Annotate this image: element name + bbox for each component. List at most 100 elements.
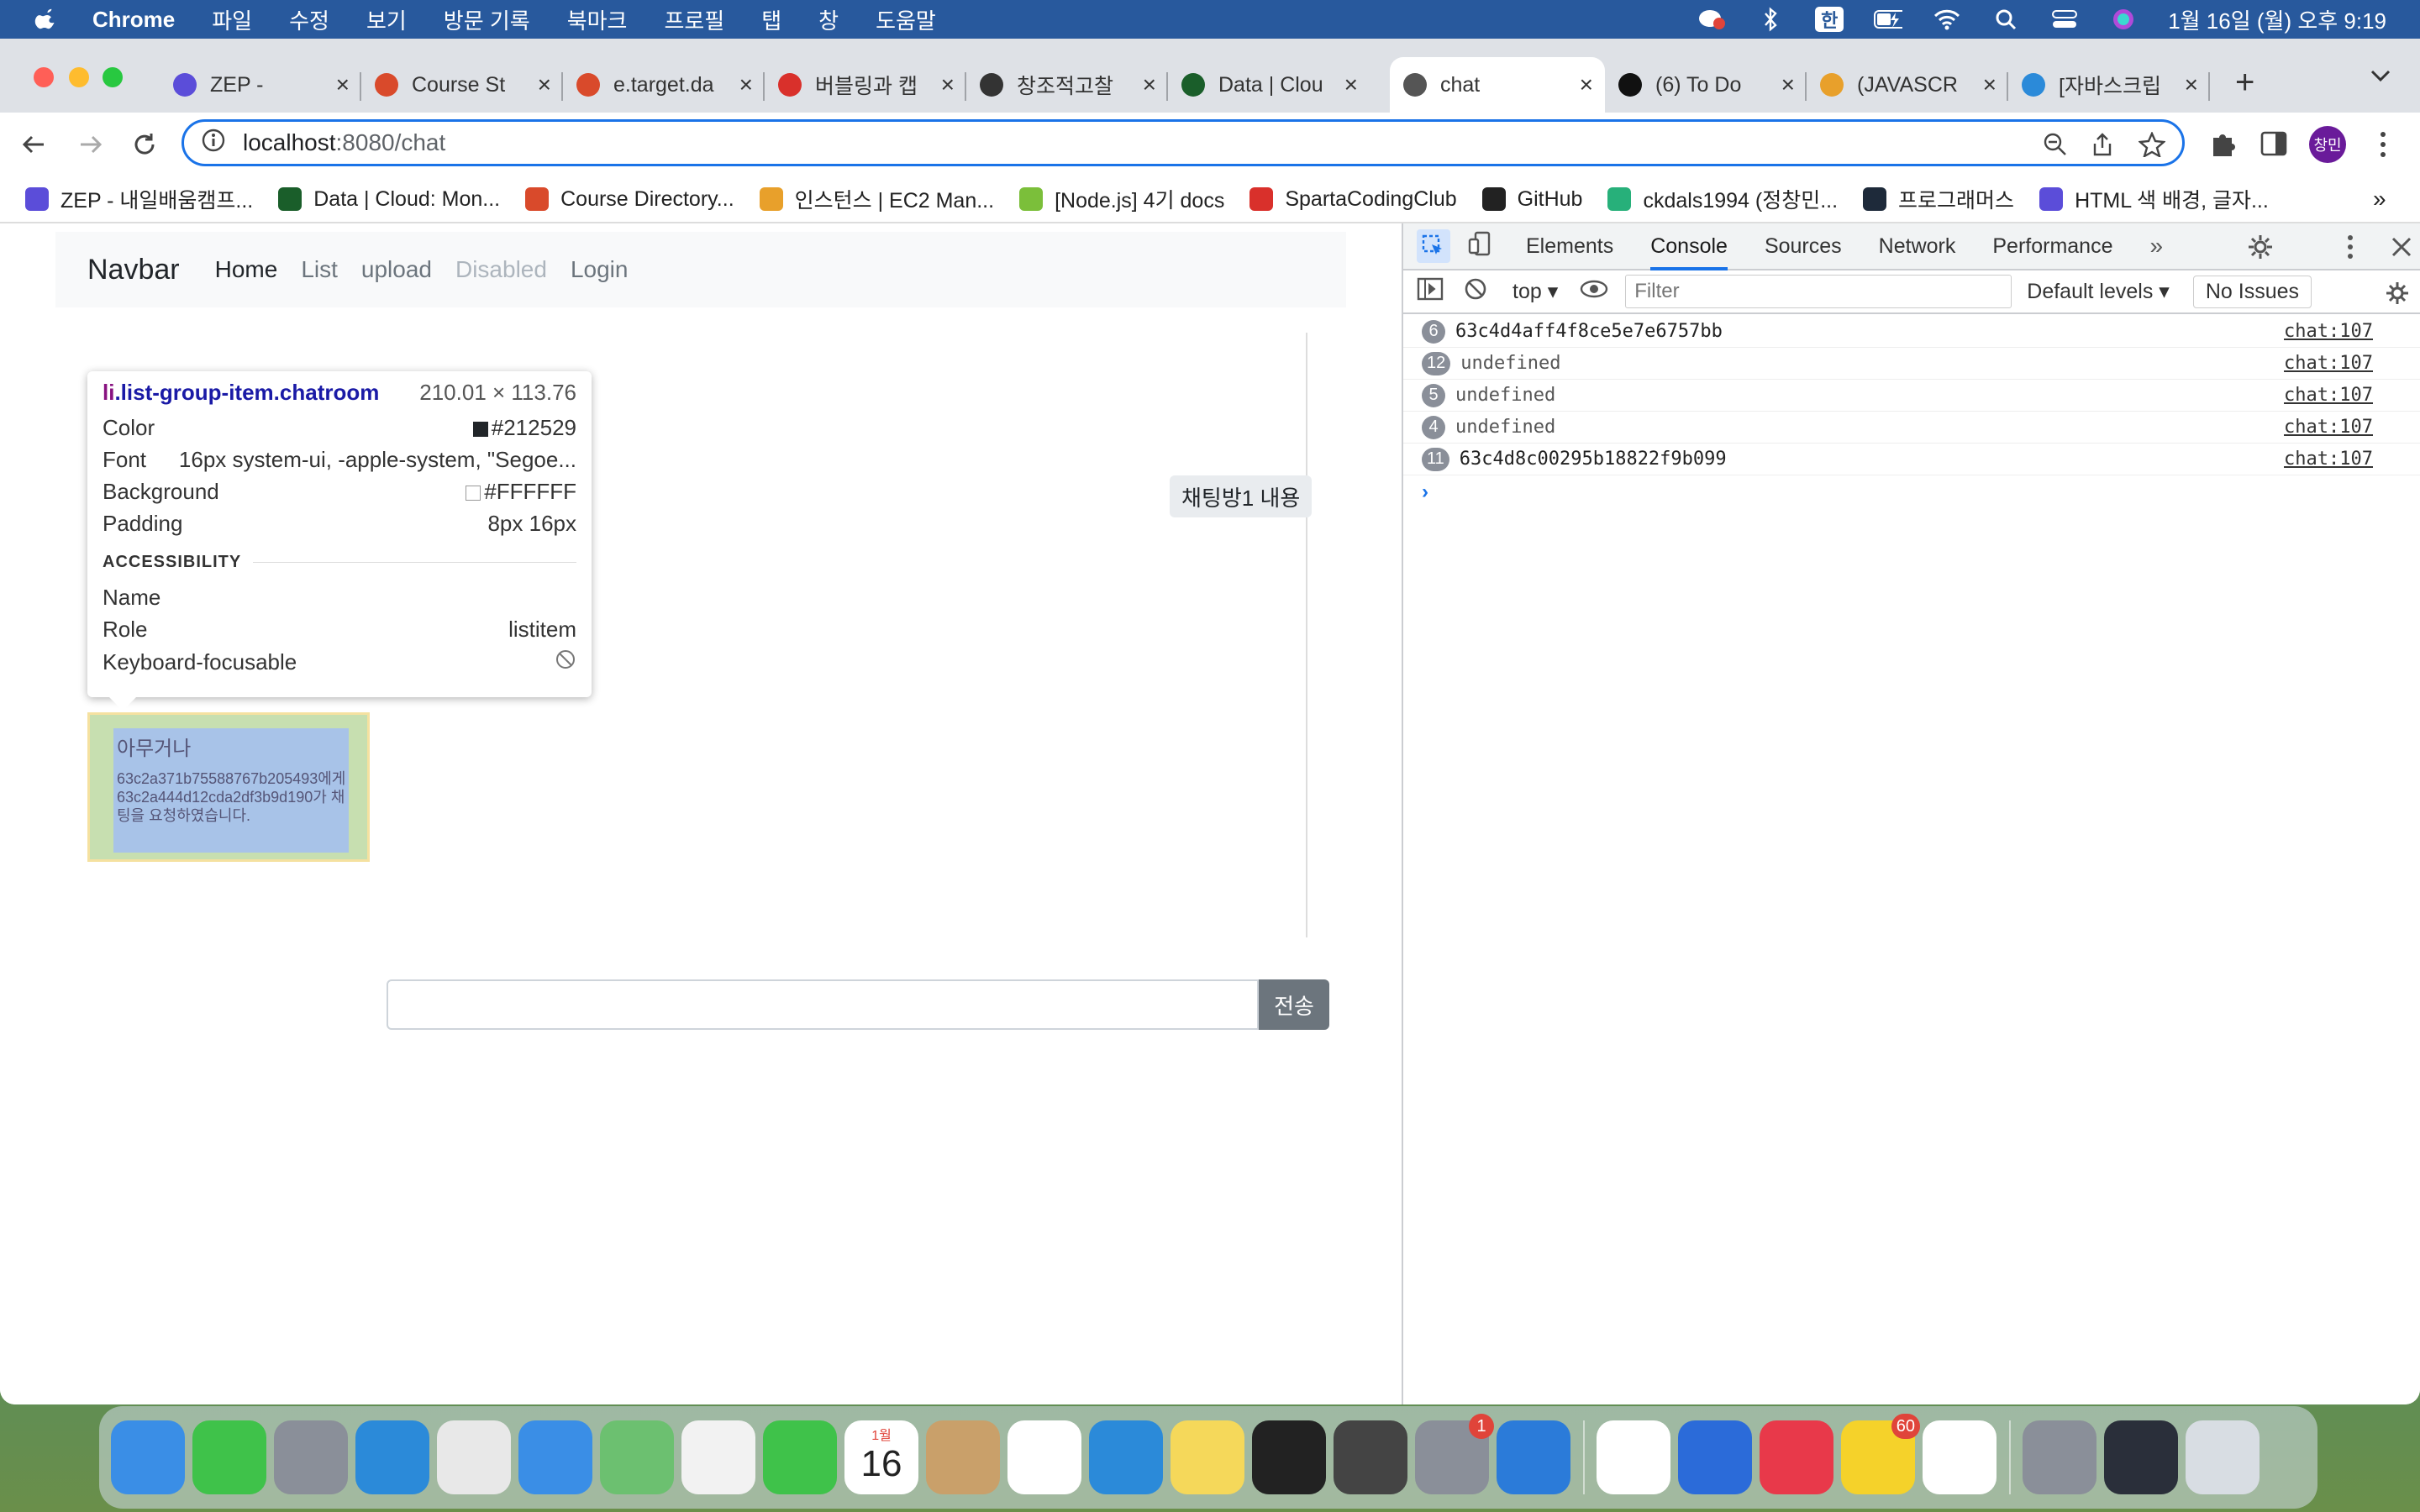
nav-link-list[interactable]: List (301, 256, 338, 283)
tableplus-icon[interactable] (1334, 1420, 1407, 1494)
notes-icon[interactable] (1171, 1420, 1244, 1494)
bookmark-item[interactable]: Course Directory... (525, 187, 734, 212)
side-panel-icon[interactable] (2260, 131, 2287, 160)
context-selector[interactable]: top ▾ (1512, 279, 1558, 304)
site-info-icon[interactable] (201, 128, 226, 159)
console-source-link[interactable]: chat:107 (2284, 385, 2373, 406)
navbar-brand[interactable]: Navbar (87, 254, 180, 286)
console-settings-icon[interactable] (2385, 281, 2410, 312)
tab-close-icon[interactable]: × (2185, 71, 2198, 98)
input-method-icon[interactable]: 한 (1815, 7, 1844, 32)
bookmark-item[interactable]: ZEP - 내일배움캠프... (25, 184, 253, 214)
send-button[interactable]: 전송 (1259, 979, 1329, 1030)
devtools-tab-elements[interactable]: Elements (1526, 234, 1613, 259)
bookmark-star-icon[interactable] (2138, 131, 2166, 163)
bookmark-item[interactable]: GitHub (1481, 187, 1582, 212)
devtools-more-icon[interactable] (2346, 234, 2354, 266)
vscode-icon[interactable] (1497, 1420, 1570, 1494)
console-prompt-icon[interactable]: › (1422, 480, 1428, 504)
tab-search-chevron-icon[interactable] (2370, 69, 2391, 87)
browser-tab-2[interactable]: e.target.da × (563, 57, 765, 113)
more-tabs-icon[interactable]: » (2149, 233, 2163, 260)
issues-button[interactable]: No Issues (2192, 275, 2312, 308)
browser-tab-3[interactable]: 버블링과 캡 × (765, 57, 966, 113)
safari-icon[interactable] (355, 1420, 429, 1494)
console-source-link[interactable]: chat:107 (2284, 417, 2373, 438)
address-bar[interactable]: localhost:8080/chat (182, 119, 2185, 166)
photos-icon[interactable] (681, 1420, 755, 1494)
forward-icon[interactable] (77, 131, 104, 162)
menu-window[interactable]: 창 (818, 4, 839, 35)
console-source-link[interactable]: chat:107 (2284, 449, 2373, 470)
menu-profiles[interactable]: 프로필 (664, 4, 724, 35)
maps-icon[interactable] (600, 1420, 674, 1494)
spotlight-search-icon[interactable] (1991, 7, 2020, 32)
console-filter-input[interactable] (1625, 275, 2012, 308)
menubar-clock[interactable]: 1월 16일 (월) 오후 9:19 (2168, 4, 2386, 35)
console-source-link[interactable]: chat:107 (2284, 321, 2373, 342)
bookmark-item[interactable]: [Node.js] 4기 docs (1019, 184, 1224, 214)
tab-close-icon[interactable]: × (941, 71, 955, 98)
bookmark-item[interactable]: 프로그래머스 (1863, 184, 2014, 214)
log-levels-dropdown[interactable]: Default levels ▾ (2027, 279, 2170, 304)
calendar-icon[interactable]: 1월 16 (844, 1420, 918, 1494)
browser-tab-0[interactable]: ZEP - × (160, 57, 361, 113)
kakaotalk-icon[interactable]: 60 (1841, 1414, 1920, 1494)
bluetooth-icon[interactable] (1756, 7, 1785, 32)
devtools-tab-sources[interactable]: Sources (1765, 234, 1842, 259)
devtools-close-icon[interactable] (2390, 235, 2413, 265)
system-settings-icon[interactable]: 1 (1415, 1414, 1494, 1494)
tab-close-icon[interactable]: × (739, 71, 753, 98)
music-icon[interactable] (1760, 1420, 1833, 1494)
device-toolbar-icon[interactable] (1467, 231, 1492, 262)
bookmark-item[interactable]: Data | Cloud: Mon... (278, 187, 500, 212)
preview-icon[interactable] (2023, 1420, 2096, 1494)
bookmarks-overflow-icon[interactable]: » (2373, 186, 2386, 213)
new-tab-button[interactable]: + (2235, 64, 2254, 102)
minimize-window-button[interactable] (69, 67, 89, 87)
menu-tab[interactable]: 탭 (761, 4, 781, 35)
messages-icon[interactable] (192, 1420, 266, 1494)
tab-close-icon[interactable]: × (1781, 71, 1795, 98)
devtools-tab-console[interactable]: Console (1650, 234, 1728, 270)
browser-tab-1[interactable]: Course St × (361, 57, 563, 113)
close-window-button[interactable] (34, 67, 54, 87)
tab-close-icon[interactable]: × (336, 71, 350, 98)
bookmark-item[interactable]: 인스턴스 | EC2 Man... (759, 184, 994, 214)
tab-close-icon[interactable]: × (538, 71, 551, 98)
profile-avatar[interactable]: 창민 (2309, 126, 2346, 163)
pen-icon[interactable] (1597, 1420, 1670, 1494)
menu-bookmarks[interactable]: 북마크 (567, 4, 628, 35)
facetime-icon[interactable] (763, 1420, 837, 1494)
contacts-icon[interactable] (926, 1420, 1000, 1494)
browser-tab-9[interactable]: [자바스크립 × (2008, 57, 2210, 113)
console-source-link[interactable]: chat:107 (2284, 353, 2373, 374)
chatroom-list-item[interactable]: 아무거나 63c2a371b75588767b205493에게 63c2a444… (87, 712, 370, 862)
browser-tab-7[interactable]: (6) To Do × (1605, 57, 1807, 113)
mail-icon[interactable] (518, 1420, 592, 1494)
live-expression-eye-icon[interactable] (1580, 279, 1608, 305)
bookmark-item[interactable]: ckdals1994 (정창민... (1607, 184, 1838, 214)
menu-file[interactable]: 파일 (212, 4, 252, 35)
browser-tab-4[interactable]: 창조적고찰 × (966, 57, 1168, 113)
menu-help[interactable]: 도움말 (876, 4, 936, 35)
battery-icon[interactable] (1874, 7, 1903, 32)
zoom-window-button[interactable] (103, 67, 123, 87)
menu-history[interactable]: 방문 기록 (444, 4, 530, 35)
browser-tab-5[interactable]: Data | Clou × (1168, 57, 1370, 113)
finder-icon[interactable] (111, 1420, 185, 1494)
tab-close-icon[interactable]: × (1143, 71, 1156, 98)
bookmark-item[interactable]: SpartaCodingClub (1249, 187, 1457, 212)
siri-icon[interactable] (2109, 7, 2138, 32)
menu-edit[interactable]: 수정 (289, 4, 329, 35)
chat-status-icon[interactable] (1697, 7, 1726, 32)
back-icon[interactable] (20, 131, 47, 162)
zoom-icon[interactable] (2043, 132, 2068, 163)
extensions-icon[interactable] (2208, 129, 2237, 162)
browser-tab-6[interactable]: chat × (1390, 57, 1605, 113)
chrome-icon[interactable] (437, 1420, 511, 1494)
reminders-icon[interactable] (1007, 1420, 1081, 1494)
browser-tab-8[interactable]: (JAVASCR × (1807, 57, 2008, 113)
tab-close-icon[interactable]: × (1983, 71, 1996, 98)
bookmark-item[interactable]: HTML 색 배경, 글자... (2039, 184, 2269, 214)
